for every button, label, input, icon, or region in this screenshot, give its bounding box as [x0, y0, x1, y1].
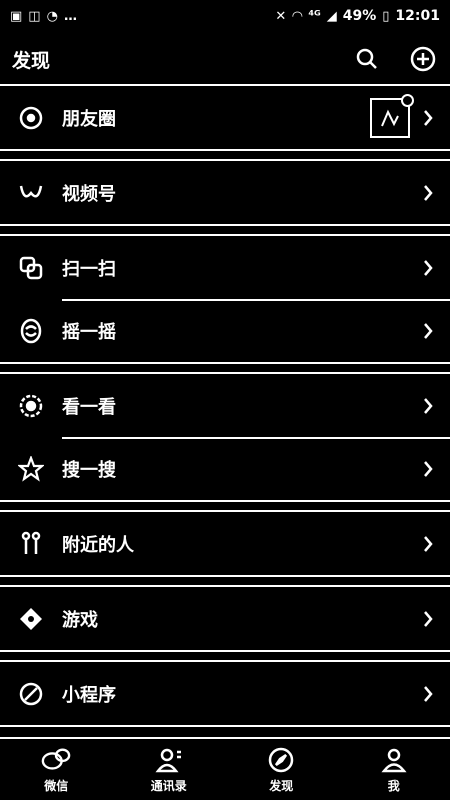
- menu-item-label: 摇一摇: [62, 321, 116, 343]
- menu-item-scan[interactable]: 扫一扫: [0, 236, 450, 299]
- chevron-right-icon: [420, 396, 436, 416]
- search-star-icon: [16, 454, 46, 484]
- page-title: 发现: [12, 49, 51, 72]
- tab-label: 我: [387, 779, 400, 793]
- more-icon: …: [63, 8, 77, 24]
- contacts-icon: [154, 745, 184, 775]
- message-icon: ◔: [46, 8, 58, 24]
- menu-item-top-stories[interactable]: 看一看: [0, 374, 450, 437]
- menu-item-search[interactable]: 搜一搜: [0, 437, 450, 500]
- menu-group: 朋友圈: [0, 84, 450, 151]
- tab-label: 微信: [44, 779, 69, 793]
- moments-thumbnail: [370, 93, 414, 138]
- menu-item-label: 游戏: [62, 609, 98, 631]
- chevron-right-icon: [420, 183, 436, 203]
- menu-group: 看一看 搜一搜: [0, 372, 450, 502]
- games-icon: [16, 604, 46, 634]
- tab-chats[interactable]: 微信: [0, 739, 113, 800]
- chevron-right-icon: [420, 534, 436, 554]
- battery-icon: ▯: [382, 8, 390, 24]
- menu-group: 扫一扫 摇一摇: [0, 234, 450, 364]
- plus-circle-icon[interactable]: [408, 44, 438, 74]
- menu-group: 小程序: [0, 660, 450, 727]
- mini-programs-icon: [16, 679, 46, 709]
- mute-icon: ✕: [275, 8, 287, 24]
- tab-discover[interactable]: 发现: [225, 739, 338, 800]
- menu-item-label: 附近的人: [62, 534, 134, 556]
- wifi-icon: ◠: [292, 8, 303, 24]
- menu-item-mini-programs[interactable]: 小程序: [0, 662, 450, 725]
- menu-item-games[interactable]: 游戏: [0, 587, 450, 650]
- tab-label: 通讯录: [150, 779, 187, 793]
- discover-menu: 朋友圈 视频号 扫一扫 摇一摇 看一看 搜一搜 附近的人 游戏 小程序: [0, 84, 450, 735]
- menu-item-nearby-people[interactable]: 附近的人: [0, 512, 450, 575]
- top-stories-icon: [16, 391, 46, 421]
- chevron-right-icon: [420, 321, 436, 341]
- menu-item-label: 视频号: [62, 183, 116, 205]
- shake-icon: [16, 316, 46, 346]
- status-right: ✕ ◠ ⁴ᴳ ◢ 49% ▯ 12:01: [275, 8, 440, 24]
- menu-item-channels[interactable]: 视频号: [0, 161, 450, 224]
- menu-item-moments[interactable]: 朋友圈: [0, 86, 450, 149]
- discover-icon: [266, 745, 296, 775]
- status-bar: ▣ ◫ ◔ … ✕ ◠ ⁴ᴳ ◢ 49% ▯ 12:01: [0, 0, 450, 32]
- menu-group: 视频号: [0, 159, 450, 226]
- search-icon[interactable]: [352, 44, 382, 74]
- tab-contacts[interactable]: 通讯录: [113, 739, 226, 800]
- channels-icon: [16, 178, 46, 208]
- 4g-icon: ⁴ᴳ: [308, 8, 321, 24]
- menu-item-label: 看一看: [62, 396, 116, 418]
- menu-group: 游戏: [0, 585, 450, 652]
- chevron-right-icon: [420, 609, 436, 629]
- scan-icon: [16, 253, 46, 283]
- menu-item-shake[interactable]: 摇一摇: [0, 299, 450, 362]
- title-actions: [352, 44, 438, 74]
- signal-icon: ◢: [326, 8, 337, 24]
- image-icon: ▣: [10, 8, 23, 24]
- title-bar: 发现: [0, 34, 450, 84]
- chats-icon: [41, 745, 71, 775]
- menu-item-label: 朋友圈: [62, 108, 116, 130]
- chevron-right-icon: [420, 108, 436, 128]
- chevron-right-icon: [420, 684, 436, 704]
- chevron-right-icon: [420, 258, 436, 278]
- bottom-tab-bar: 微信 通讯录 发现 我: [0, 737, 450, 800]
- gallery-icon: ◫: [28, 8, 41, 24]
- nearby-people-icon: [16, 529, 46, 559]
- status-left: ▣ ◫ ◔ …: [10, 9, 77, 24]
- menu-item-label: 扫一扫: [62, 258, 116, 280]
- menu-item-label: 小程序: [62, 684, 116, 706]
- tab-label: 发现: [269, 779, 294, 793]
- status-time: 12:01: [395, 8, 440, 24]
- moments-icon: [16, 103, 46, 133]
- chevron-right-icon: [420, 459, 436, 479]
- menu-group: 附近的人: [0, 510, 450, 577]
- tab-me[interactable]: 我: [338, 739, 450, 800]
- menu-item-label: 搜一搜: [62, 459, 116, 481]
- me-icon: [379, 745, 409, 775]
- battery-percent: 49%: [342, 8, 377, 24]
